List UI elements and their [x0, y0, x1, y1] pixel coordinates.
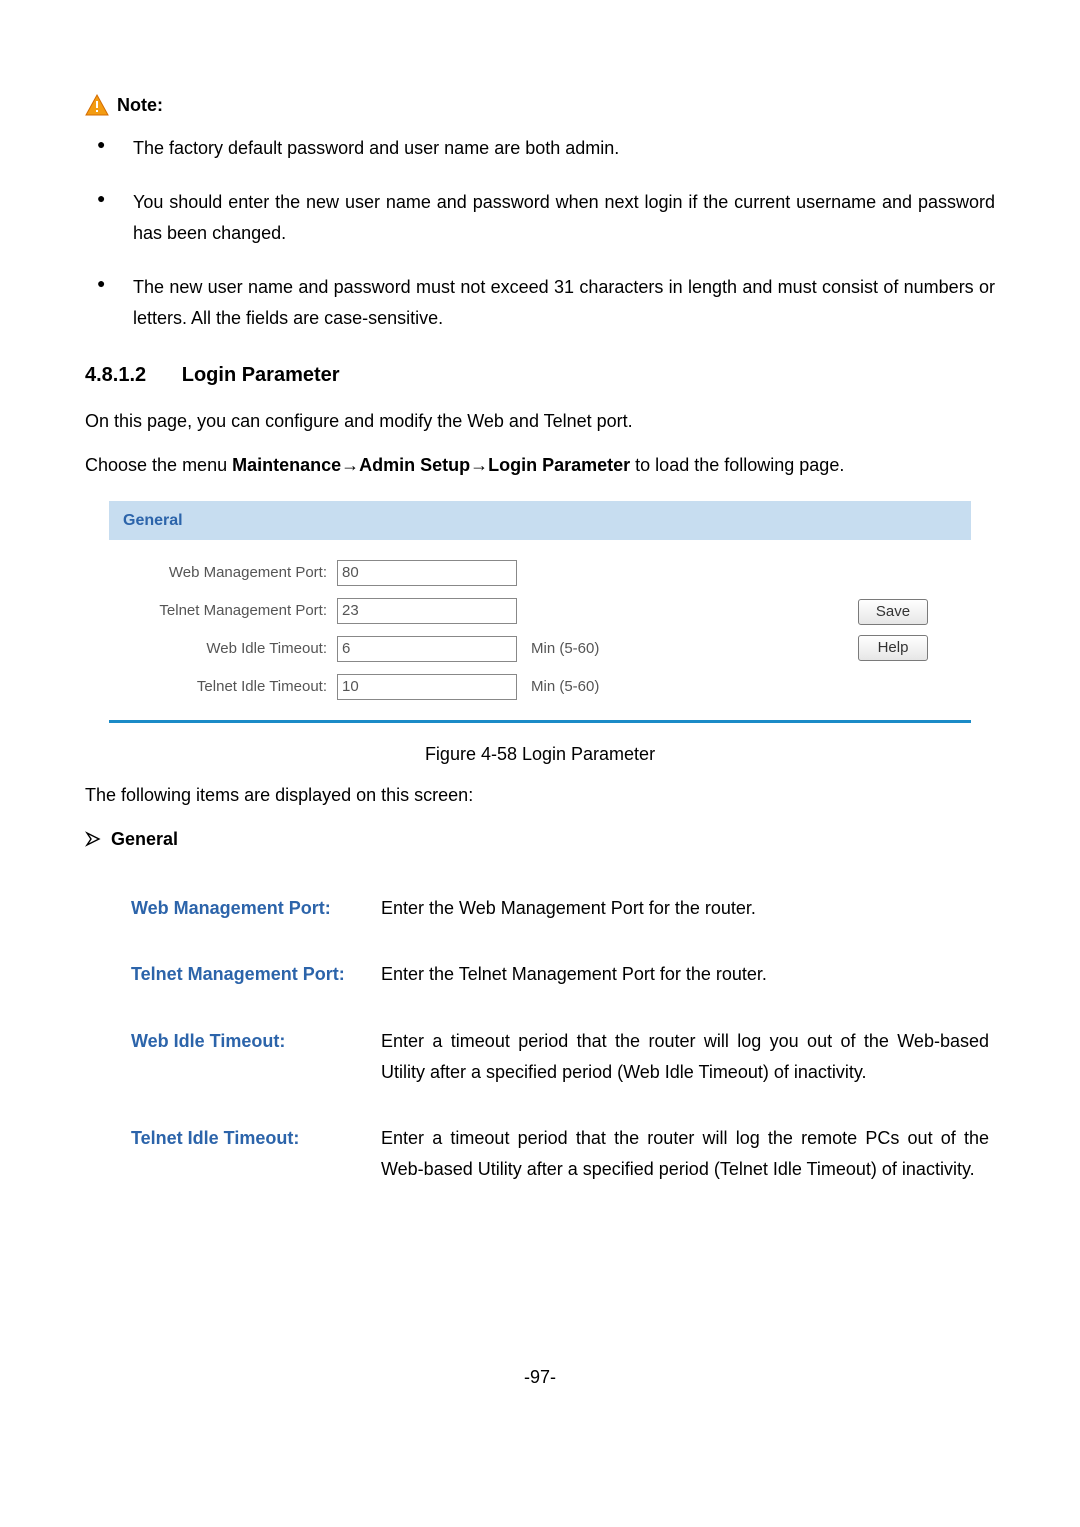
path-suffix: to load the following page. — [630, 455, 844, 475]
help-button[interactable]: Help — [858, 635, 928, 661]
definition-desc: Enter a timeout period that the router w… — [375, 1105, 995, 1202]
definition-desc: Enter the Telnet Management Port for the… — [375, 941, 995, 1008]
menu-path: Choose the menu Maintenance→Admin Setup→… — [85, 450, 995, 481]
definition-row: Web Management Port: Enter the Web Manag… — [125, 875, 995, 942]
definition-row: Telnet Idle Timeout: Enter a timeout per… — [125, 1105, 995, 1202]
definition-row: Web Idle Timeout: Enter a timeout period… — [125, 1008, 995, 1105]
section-heading: 4.8.1.2 Login Parameter — [85, 358, 995, 392]
definition-term: Web Idle Timeout: — [125, 1008, 375, 1105]
page-number: -97- — [85, 1362, 995, 1393]
label-telnet-idle: Telnet Idle Timeout: — [117, 674, 337, 700]
path-prefix: Choose the menu — [85, 455, 232, 475]
note-item: You should enter the new user name and p… — [85, 187, 995, 248]
section-number: 4.8.1.2 — [85, 358, 146, 392]
settings-panel: General Web Management Port: Telnet Mana… — [109, 501, 971, 723]
definition-desc: Enter the Web Management Port for the ro… — [375, 875, 995, 942]
definitions-table: Web Management Port: Enter the Web Manag… — [125, 875, 995, 1203]
input-web-port[interactable] — [337, 560, 517, 586]
panel-header: General — [109, 501, 971, 540]
section-intro: On this page, you can configure and modi… — [85, 406, 995, 437]
note-item: The factory default password and user na… — [85, 133, 995, 164]
definition-term: Telnet Management Port: — [125, 941, 375, 1008]
field-web-port: Web Management Port: — [117, 554, 823, 592]
input-web-idle[interactable] — [337, 636, 517, 662]
definition-row: Telnet Management Port: Enter the Telnet… — [125, 941, 995, 1008]
general-label: General — [111, 824, 178, 855]
suffix-web-idle: Min (5-60) — [517, 636, 599, 662]
input-telnet-idle[interactable] — [337, 674, 517, 700]
field-web-idle: Web Idle Timeout: Min (5-60) — [117, 630, 823, 668]
arrow-right-icon — [85, 831, 101, 847]
path-bold: Maintenance→Admin Setup→Login Parameter — [232, 455, 630, 475]
definition-term: Web Management Port: — [125, 875, 375, 942]
general-subheading: General — [85, 824, 995, 855]
items-displayed-text: The following items are displayed on thi… — [85, 780, 995, 811]
label-telnet-port: Telnet Management Port: — [117, 598, 337, 624]
input-telnet-port[interactable] — [337, 598, 517, 624]
field-telnet-port: Telnet Management Port: — [117, 592, 823, 630]
note-list: The factory default password and user na… — [85, 133, 995, 334]
section-title: Login Parameter — [182, 364, 340, 386]
field-telnet-idle: Telnet Idle Timeout: Min (5-60) — [117, 668, 823, 706]
save-button[interactable]: Save — [858, 599, 928, 625]
note-label: Note: — [117, 90, 163, 121]
label-web-port: Web Management Port: — [117, 560, 337, 586]
label-web-idle: Web Idle Timeout: — [117, 636, 337, 662]
warning-icon — [85, 93, 109, 117]
definition-term: Telnet Idle Timeout: — [125, 1105, 375, 1202]
suffix-telnet-idle: Min (5-60) — [517, 674, 599, 700]
note-box: Note: The factory default password and u… — [85, 90, 995, 334]
figure-caption: Figure 4-58 Login Parameter — [85, 739, 995, 770]
note-item: The new user name and password must not … — [85, 272, 995, 333]
definition-desc: Enter a timeout period that the router w… — [375, 1008, 995, 1105]
